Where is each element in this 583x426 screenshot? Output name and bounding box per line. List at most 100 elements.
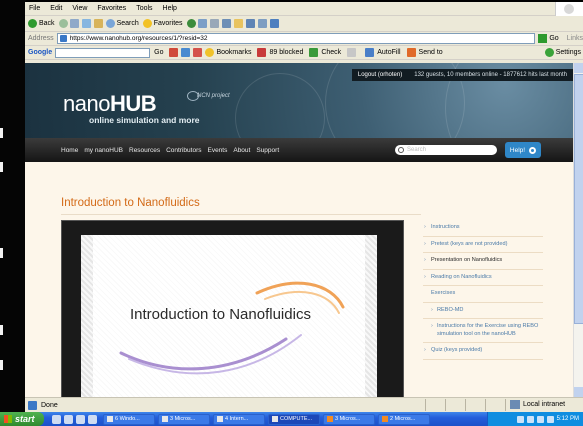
forward-button[interactable] [58,19,68,28]
favorites-button[interactable]: Favorites [142,19,183,28]
sidebar-item-rebo-md[interactable]: › REBO-MD [423,303,543,319]
research-icon[interactable] [245,19,255,28]
status-text: Done [41,401,58,409]
menu-edit[interactable]: Edit [50,5,62,12]
ie-quicklaunch-icon[interactable] [52,414,61,424]
status-divider [425,399,426,411]
folder-icon[interactable] [233,19,243,28]
go-arrow-icon [538,34,548,43]
taskbar-button-powerpoint-2[interactable]: 2 Micros... [378,413,430,425]
sidebar-item-exercise-instructions[interactable]: › Instructions for the Exercise using RE… [423,319,543,343]
app-quicklaunch-icon[interactable] [88,414,97,424]
spell-check-button[interactable]: Check [309,48,341,57]
send-icon [406,48,416,57]
nav-support[interactable]: Support [256,147,279,154]
nav-home[interactable]: Home [61,147,78,154]
links-button[interactable]: Links [567,35,583,42]
firefox-quicklaunch-icon[interactable] [64,414,73,424]
sidebar-heading-exercises: Exercises [423,286,543,303]
scroll-up-button[interactable] [574,63,583,73]
go-button[interactable]: Go [538,34,559,43]
chevron-right-icon: › [431,306,433,313]
google-search-input[interactable] [55,47,151,58]
google-toolbar: Google Go Bookmarks 89 blocked Check Aut… [25,46,583,60]
back-button[interactable]: Back [28,19,55,28]
autolink-icon [347,48,357,57]
nav-about[interactable]: About [233,147,250,154]
scroll-thumb[interactable] [574,74,583,324]
word-icon [162,416,168,422]
menu-view[interactable]: View [72,5,87,12]
menu-help[interactable]: Help [163,5,177,12]
chevron-right-icon: › [424,240,426,247]
nanohub-logo[interactable]: nanoHUB [63,91,157,117]
edge-mark [0,128,3,138]
refresh-icon[interactable] [81,19,91,28]
chevron-right-icon: › [424,273,426,280]
autofill-button[interactable]: AutoFill [365,48,401,57]
tools-icon[interactable] [269,19,279,28]
stop-icon[interactable] [69,19,79,28]
ncn-project-label: NCN project [197,93,230,99]
menu-tools[interactable]: Tools [136,5,152,12]
tray-icon[interactable] [526,415,534,423]
sidebar-item-quiz[interactable]: › Quiz (keys provided) [423,343,543,360]
address-url: https://www.nanohub.org/resources/1/?res… [69,35,208,42]
start-button[interactable]: start [0,412,44,426]
nav-events[interactable]: Events [207,147,227,154]
google-settings-button[interactable]: Settings [544,48,581,57]
vertical-scrollbar[interactable] [573,63,583,397]
scroll-down-button[interactable] [574,387,583,397]
taskbar-button-windows[interactable]: 6 Windo... [103,413,155,425]
send-to-button[interactable]: Send to [406,48,443,57]
edit-icon[interactable] [221,19,231,28]
presentation-viewer[interactable]: Introduction to Nanofluidics [61,220,404,397]
tray-icon[interactable] [536,415,544,423]
google-logo[interactable]: Google [28,49,52,56]
taskbar-button-ie[interactable]: 4 Intern... [213,413,265,425]
popup-blocker-button[interactable]: 89 blocked [257,48,303,57]
messenger-icon[interactable] [257,19,267,28]
blogger-icon[interactable] [193,48,203,57]
clock[interactable]: 5:12 PM [557,416,579,422]
slide-title: Introduction to Nanofluidics [130,306,311,323]
desktop-quicklaunch-icon[interactable] [76,414,85,424]
sidebar-item-pretest[interactable]: › Pretest (keys are not provided) [423,237,543,253]
taskbar-button-word[interactable]: 3 Micros... [158,413,210,425]
edge-mark [0,162,3,172]
gmail-icon[interactable] [169,48,179,57]
page-title: Introduction to Nanofluidics [61,197,200,209]
taskbar-button-powerpoint[interactable]: 3 Micros... [323,413,375,425]
nav-my-nanohub[interactable]: my nanoHUB [84,147,123,154]
folder-icon [107,416,113,422]
site-search-input[interactable]: Search [395,145,497,155]
menu-file[interactable]: File [29,5,40,12]
autolink-button[interactable] [347,48,359,57]
search-button[interactable]: Search [105,19,139,28]
sidebar-item-instructions[interactable]: › Instructions [423,220,543,237]
taskbar-button-compute[interactable]: COMPUTE... [268,413,320,425]
nav-contributors[interactable]: Contributors [166,147,201,154]
desktop-background-left [0,0,26,426]
volume-icon[interactable] [546,415,554,423]
security-zone: Local intranet [510,400,565,409]
history-icon[interactable] [186,19,196,28]
chevron-right-icon: › [431,323,433,329]
mail-icon[interactable] [197,19,207,28]
nav-resources[interactable]: Resources [129,147,160,154]
google-go-button[interactable]: Go [154,49,163,56]
print-icon[interactable] [209,19,219,28]
menu-favorites[interactable]: Favorites [97,5,126,12]
bookmarks-button[interactable]: Bookmarks [205,48,251,57]
address-input[interactable]: https://www.nanohub.org/resources/1/?res… [56,33,536,44]
tray-icon[interactable] [516,415,524,423]
help-button[interactable]: Help! [505,142,541,158]
chevron-right-icon: › [424,257,426,263]
search-icon [398,147,404,153]
logout-link[interactable]: Logout (orhoten) [358,72,402,78]
sidebar-item-presentation[interactable]: › Presentation on Nanofluidics [423,253,543,270]
sidebar-item-reading[interactable]: › Reading on Nanofluidics [423,270,543,286]
home-icon[interactable] [93,19,103,28]
edge-mark [0,325,3,335]
calendar-icon[interactable] [181,48,191,57]
